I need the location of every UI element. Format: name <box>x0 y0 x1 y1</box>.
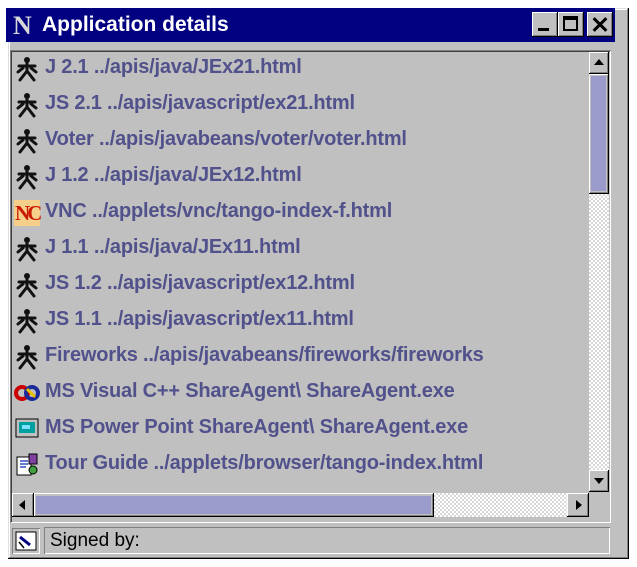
scroll-right-button[interactable] <box>567 493 589 517</box>
signed-by-label: Signed by: <box>50 530 140 551</box>
list-item[interactable]: JS 2.1 ../apis/javascript/ex21.html <box>12 88 589 122</box>
list-item-label: J 1.1 ../apis/java/JEx11.html <box>45 236 301 258</box>
person-icon <box>14 308 40 334</box>
monitor-icon <box>14 416 40 442</box>
list-item-label: JS 1.1 ../apis/javascript/ex11.html <box>45 308 354 330</box>
list-item-label: MS Visual C++ ShareAgent\ ShareAgent.exe <box>45 380 455 402</box>
netscape-n-icon: N <box>13 11 37 40</box>
close-button[interactable] <box>587 12 613 37</box>
list-item[interactable]: J 1.2 ../apis/java/JEx12.html <box>12 160 589 194</box>
arrow-left-icon <box>19 500 25 510</box>
list-item[interactable]: J 2.1 ../apis/java/JEx21.html <box>12 52 589 86</box>
list-item[interactable]: MS Visual C++ ShareAgent\ ShareAgent.exe <box>12 376 589 410</box>
person-icon <box>14 56 40 82</box>
nc-logo-icon: NC <box>14 200 42 226</box>
arrow-up-icon <box>594 59 604 65</box>
list-item-label: JS 1.2 ../apis/javascript/ex12.html <box>45 272 355 294</box>
list-item-label: MS Power Point ShareAgent\ ShareAgent.ex… <box>45 416 469 438</box>
certificate-icon[interactable] <box>12 528 40 554</box>
status-bar: Signed by: <box>10 526 611 556</box>
scroll-up-button[interactable] <box>589 52 609 74</box>
person-icon <box>14 272 40 298</box>
list-item[interactable]: JS 1.1 ../apis/javascript/ex11.html <box>12 304 589 338</box>
scrollbar-corner <box>589 493 609 517</box>
vertical-scrollbar[interactable] <box>589 52 609 492</box>
person-icon <box>14 236 40 262</box>
list-item[interactable]: JS 1.2 ../apis/javascript/ex12.html <box>12 268 589 302</box>
arrow-down-icon <box>594 478 604 484</box>
vertical-scroll-thumb[interactable] <box>589 74 609 194</box>
person-icon <box>14 164 40 190</box>
list-item[interactable]: J 1.1 ../apis/java/JEx11.html <box>12 232 589 266</box>
window-title: Application details <box>42 13 229 36</box>
list-item[interactable]: MS Power Point ShareAgent\ ShareAgent.ex… <box>12 412 589 446</box>
list-item[interactable]: Fireworks ../apis/javabeans/fireworks/fi… <box>12 340 589 374</box>
list-item[interactable]: NC VNC ../applets/vnc/tango-index-f.html <box>12 196 589 230</box>
horizontal-scroll-thumb[interactable] <box>34 493 434 517</box>
tour-guide-icon <box>14 452 40 478</box>
list-item-label: VNC ../applets/vnc/tango-index-f.html <box>45 200 393 222</box>
scroll-left-button[interactable] <box>12 493 34 517</box>
maximize-button[interactable] <box>558 12 584 37</box>
title-bar[interactable]: N Application details <box>6 8 615 42</box>
list-item[interactable]: Tour Guide ../applets/browser/tango-inde… <box>12 448 589 482</box>
arrow-right-icon <box>576 500 582 510</box>
person-icon <box>14 344 40 370</box>
list-item-label: JS 2.1 ../apis/javascript/ex21.html <box>45 92 355 114</box>
list-item-label: J 2.1 ../apis/java/JEx21.html <box>45 56 302 78</box>
list-item-label: Voter ../apis/javabeans/voter/voter.html <box>45 128 407 150</box>
list-item-label: J 1.2 ../apis/java/JEx12.html <box>45 164 302 186</box>
minimize-button[interactable] <box>532 12 558 37</box>
person-icon <box>14 128 40 154</box>
horizontal-scrollbar[interactable] <box>12 493 589 517</box>
scroll-down-button[interactable] <box>589 470 609 492</box>
list-item-label: Tour Guide ../applets/browser/tango-inde… <box>45 452 484 474</box>
signed-by-field: Signed by: <box>44 527 610 554</box>
application-list[interactable]: J 2.1 ../apis/java/JEx21.html JS 2.1 ../a… <box>12 52 589 492</box>
person-icon <box>14 92 40 118</box>
list-item[interactable]: Voter ../apis/javabeans/voter/voter.html <box>12 124 589 158</box>
share-icon <box>14 380 40 406</box>
list-item-label: Fireworks ../apis/javabeans/fireworks/fi… <box>45 344 484 366</box>
